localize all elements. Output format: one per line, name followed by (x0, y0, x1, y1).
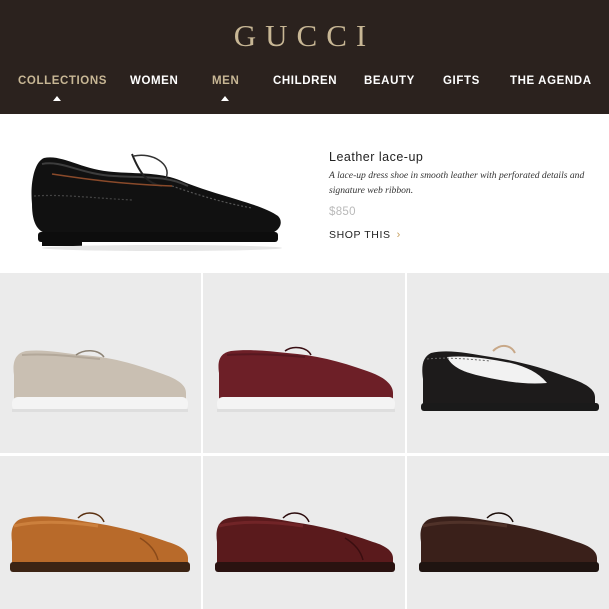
product-grid (0, 273, 609, 609)
chevron-right-icon: › (396, 229, 401, 241)
featured-title: Leather lace-up (329, 150, 424, 164)
nav-item-men[interactable]: MEN (212, 75, 239, 87)
shop-this-label: SHOP THIS (329, 229, 391, 241)
gucci-logo[interactable]: GUCCI (0, 18, 609, 54)
nav-item-children[interactable]: CHILDREN (273, 75, 337, 87)
product-tile[interactable] (407, 456, 609, 609)
nav-item-gifts[interactable]: GIFTS (443, 75, 480, 87)
active-caret-icon (221, 96, 229, 101)
nav-item-women[interactable]: WOMEN (130, 75, 178, 87)
product-tile[interactable] (203, 273, 405, 453)
featured-price: $850 (329, 206, 356, 218)
product-image (421, 345, 599, 411)
product-tile[interactable] (0, 273, 201, 453)
featured-product: Leather lace-up A lace-up dress shoe in … (0, 114, 609, 273)
product-image (12, 350, 188, 412)
product-image (10, 512, 190, 572)
product-tile[interactable] (407, 273, 609, 453)
nav-item-collections[interactable]: COLLECTIONS (18, 75, 107, 87)
site-header: GUCCI COLLECTIONS WOMEN MEN CHILDREN BEA… (0, 0, 609, 114)
product-tile[interactable] (0, 456, 201, 609)
product-image (217, 346, 395, 412)
active-caret-icon (53, 96, 61, 101)
shop-this-link[interactable]: SHOP THIS › (329, 229, 401, 241)
product-image (419, 512, 599, 572)
nav-item-beauty[interactable]: BEAUTY (364, 75, 415, 87)
featured-shoe-image[interactable] (22, 144, 288, 254)
featured-description: A lace-up dress shoe in smooth leather w… (329, 170, 585, 196)
product-image (215, 512, 395, 572)
nav-item-the-agenda[interactable]: THE AGENDA (510, 75, 592, 87)
product-tile[interactable] (203, 456, 405, 609)
main-nav: COLLECTIONS WOMEN MEN CHILDREN BEAUTY GI… (0, 75, 609, 101)
